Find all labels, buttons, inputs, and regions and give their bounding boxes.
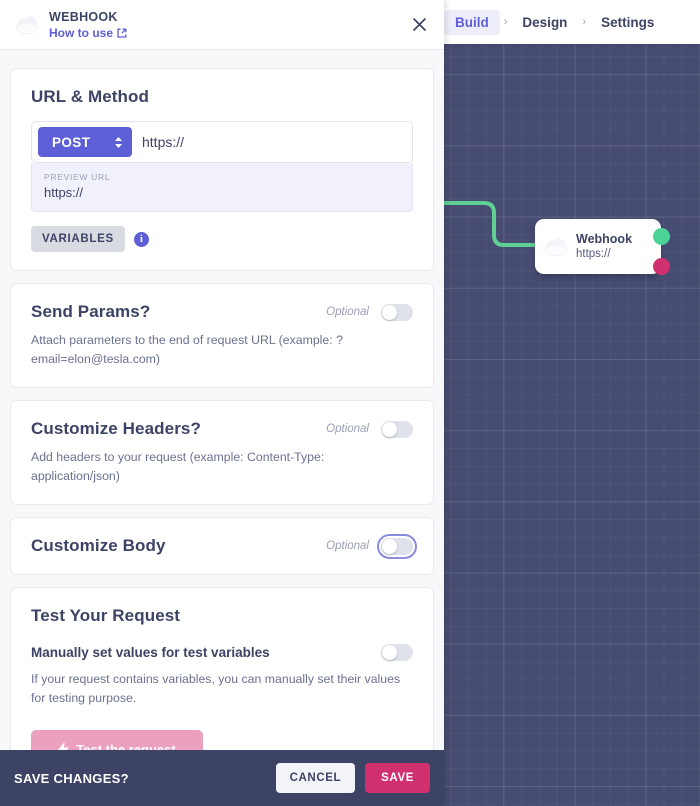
cloud-icon: [545, 238, 567, 256]
customize-headers-card: Customize Headers? Optional Add headers …: [10, 400, 434, 505]
toggle-knob: [382, 421, 397, 437]
info-icon[interactable]: i: [133, 231, 149, 247]
node-output-success-dot[interactable]: [653, 228, 670, 245]
select-arrows-icon: [114, 136, 123, 149]
method-select[interactable]: POST: [38, 127, 132, 157]
url-method-card: URL & Method POST https:// PREVIEW URL h…: [10, 68, 434, 271]
send-params-card: Send Params? Optional Attach parameters …: [10, 283, 434, 388]
node-subtitle: https://: [576, 248, 611, 260]
cancel-button[interactable]: CANCEL: [275, 763, 356, 793]
customize-body-controls: Optional: [326, 533, 417, 559]
panel-title: WEBHOOK: [49, 9, 118, 24]
nav-item-design[interactable]: Design: [511, 10, 578, 35]
test-variables-label: Manually set values for test variables: [31, 645, 270, 660]
url-method-title: URL & Method: [31, 87, 149, 106]
preview-url-value: https://: [44, 185, 84, 200]
send-params-description: Attach parameters to the end of request …: [31, 333, 343, 366]
panel-header-texts: WEBHOOK How to use: [49, 10, 127, 40]
customize-headers-title: Customize Headers?: [31, 419, 201, 438]
app-root: Webhook https:// Build › Design › Settin…: [0, 0, 700, 806]
variables-button[interactable]: VARIABLES: [31, 226, 125, 252]
customize-body-header: Customize Body Optional: [31, 533, 417, 559]
save-bar-actions: CANCEL SAVE: [275, 763, 430, 793]
test-variables-toggle[interactable]: [381, 644, 413, 661]
close-icon: [412, 18, 426, 31]
url-input[interactable]: https://: [142, 134, 184, 150]
customize-body-title: Customize Body: [31, 536, 166, 555]
test-variables-row: Manually set values for test variables: [31, 644, 413, 661]
panel-body[interactable]: URL & Method POST https:// PREVIEW URL h…: [0, 50, 444, 806]
customize-headers-controls: Optional: [326, 420, 413, 438]
send-params-title: Send Params?: [31, 302, 151, 321]
customize-headers-header: Customize Headers? Optional: [31, 419, 413, 439]
node-texts: Webhook https://: [576, 232, 632, 261]
cloud-icon: [16, 16, 38, 34]
toggle-knob: [382, 645, 397, 660]
send-params-controls: Optional: [326, 303, 413, 321]
customize-body-optional-label: Optional: [326, 540, 369, 552]
webhook-node[interactable]: Webhook https://: [535, 219, 670, 275]
breadcrumb-nav: Build › Design › Settings: [444, 0, 700, 44]
customize-body-card: Customize Body Optional: [10, 517, 434, 575]
variables-row: VARIABLES i: [31, 226, 413, 252]
preview-url-label: PREVIEW URL: [44, 172, 111, 182]
method-select-value: POST: [52, 134, 91, 150]
customize-headers-description: Add headers to your request (example: Co…: [31, 450, 325, 483]
toggle-knob: [382, 304, 397, 320]
test-request-description: If your request contains variables, you …: [31, 672, 401, 705]
preview-url-box: PREVIEW URL https://: [31, 163, 413, 212]
close-panel-button[interactable]: [408, 14, 430, 36]
node-output-error-dot[interactable]: [653, 258, 670, 275]
send-params-header: Send Params? Optional: [31, 302, 413, 322]
save-changes-label: SAVE CHANGES?: [14, 770, 129, 786]
how-to-use-label: How to use: [49, 25, 114, 40]
send-params-toggle[interactable]: [381, 303, 413, 321]
test-request-title: Test Your Request: [31, 606, 181, 625]
send-params-optional-label: Optional: [326, 306, 369, 318]
toggle-knob: [382, 538, 397, 554]
nav-separator-1: ›: [503, 16, 508, 28]
how-to-use-link[interactable]: How to use: [49, 26, 127, 40]
customize-body-toggle[interactable]: [377, 533, 417, 559]
save-changes-bar: SAVE CHANGES? CANCEL SAVE: [0, 750, 444, 806]
nav-item-build[interactable]: Build: [444, 9, 500, 35]
panel-header: WEBHOOK How to use: [0, 0, 444, 50]
save-button[interactable]: SAVE: [365, 763, 430, 793]
webhook-settings-panel: WEBHOOK How to use URL & Method POST htt…: [0, 0, 444, 806]
customize-headers-optional-label: Optional: [326, 423, 369, 435]
nav-item-settings[interactable]: Settings: [590, 10, 665, 35]
node-title: Webhook: [576, 232, 633, 246]
external-link-icon: [117, 28, 127, 38]
customize-headers-toggle[interactable]: [381, 420, 413, 438]
nav-separator-2: ›: [582, 16, 587, 28]
url-input-row[interactable]: POST https://: [31, 121, 413, 163]
